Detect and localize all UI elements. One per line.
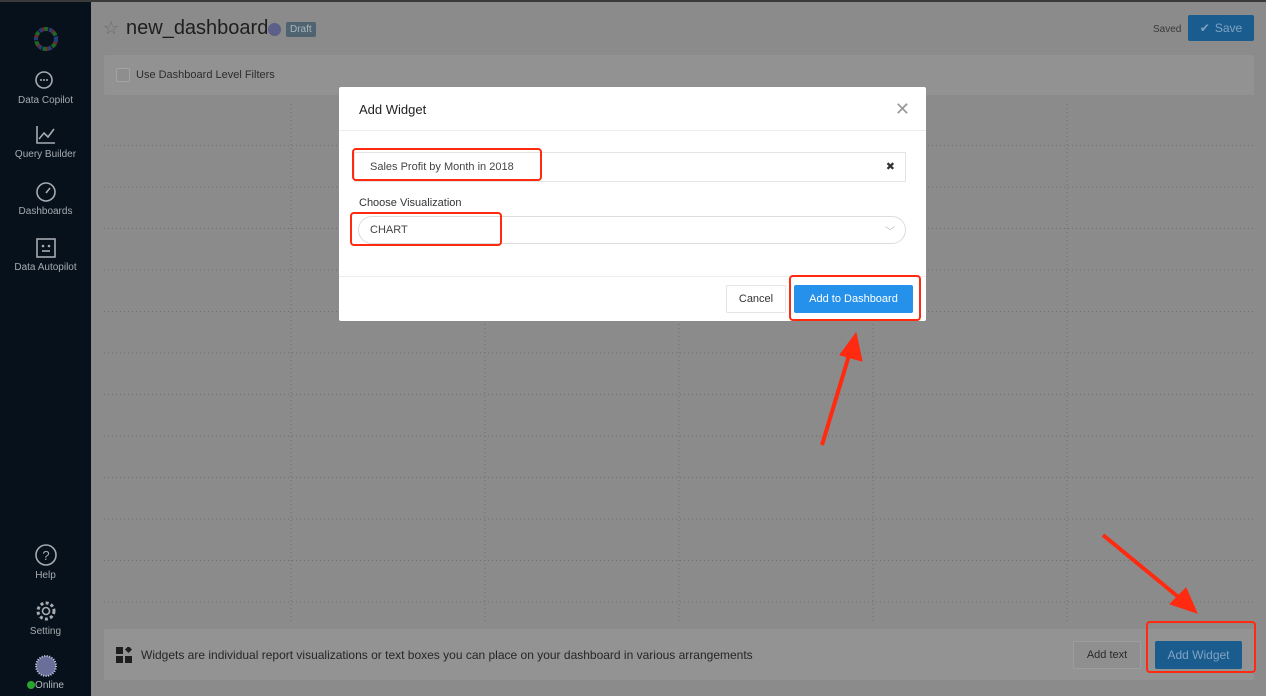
- sidebar-item-data-autopilot[interactable]: Data Autopilot: [0, 237, 91, 273]
- app-logo[interactable]: [0, 26, 91, 55]
- star-icon[interactable]: ☆: [103, 18, 119, 39]
- sidebar-item-setting[interactable]: Setting: [0, 599, 91, 637]
- modal-title: Add Widget: [339, 87, 926, 131]
- save-button[interactable]: ✔ Save: [1188, 15, 1254, 41]
- online-status-dot: [27, 681, 36, 690]
- user-avatar[interactable]: Online: [0, 655, 91, 691]
- sidebar-item-label: Data Copilot: [17, 95, 74, 106]
- sidebar-item-label: Dashboards: [18, 206, 73, 217]
- sidebar-item-dashboards[interactable]: Dashboards: [0, 181, 91, 217]
- query-search-input[interactable]: Sales Profit by Month in 2018 ✖: [354, 152, 906, 182]
- sidebar-item-label: Help: [35, 570, 56, 581]
- filter-label: Use Dashboard Level Filters: [136, 69, 275, 81]
- status-badge: Draft: [286, 22, 316, 37]
- globe-icon: [268, 23, 281, 36]
- dashboard-filters-checkbox[interactable]: [116, 68, 130, 82]
- avatar: [34, 655, 57, 677]
- sidebar-item-query-builder[interactable]: Query Builder: [0, 124, 91, 160]
- svg-text:?: ?: [42, 548, 49, 563]
- page-title: new_dashboard: [126, 17, 269, 39]
- sidebar-item-label: Setting: [29, 626, 62, 637]
- modal-divider: [339, 276, 926, 277]
- widget-hint-text: Widgets are individual report visualizat…: [141, 648, 753, 662]
- widgets-icon: [116, 647, 132, 663]
- sidebar-item-help[interactable]: ? Help: [0, 543, 91, 581]
- add-widget-modal: Add Widget ✕ Sales Profit by Month in 20…: [339, 87, 926, 321]
- help-icon: ?: [34, 544, 57, 566]
- chart-line-icon: [35, 126, 55, 144]
- check-icon: ✔: [1199, 21, 1210, 35]
- visualization-label: Choose Visualization: [359, 197, 462, 209]
- close-icon[interactable]: ✕: [895, 99, 910, 120]
- sidebar-item-label: Query Builder: [14, 149, 77, 160]
- saved-status: Saved: [1153, 24, 1182, 35]
- sidebar-item-data-copilot[interactable]: Data Copilot: [0, 70, 91, 106]
- gauge-icon: [35, 182, 56, 202]
- add-widget-button[interactable]: Add Widget: [1155, 641, 1242, 669]
- gear-icon: [36, 601, 55, 621]
- top-border: [0, 0, 1266, 2]
- cancel-button[interactable]: Cancel: [726, 285, 786, 313]
- sidebar: Data Copilot Query Builder Dashboards Da…: [0, 2, 91, 696]
- status-label: Online: [35, 680, 64, 691]
- add-to-dashboard-button[interactable]: Add to Dashboard: [794, 285, 913, 313]
- clear-icon[interactable]: ✖: [886, 160, 895, 173]
- add-text-button[interactable]: Add text: [1073, 641, 1141, 669]
- chevron-down-icon: ﹀: [885, 227, 895, 238]
- visualization-select[interactable]: CHART ﹀: [358, 216, 906, 244]
- robot-icon: [35, 238, 56, 258]
- chat-icon: [34, 71, 53, 89]
- sidebar-item-label: Data Autopilot: [14, 262, 77, 273]
